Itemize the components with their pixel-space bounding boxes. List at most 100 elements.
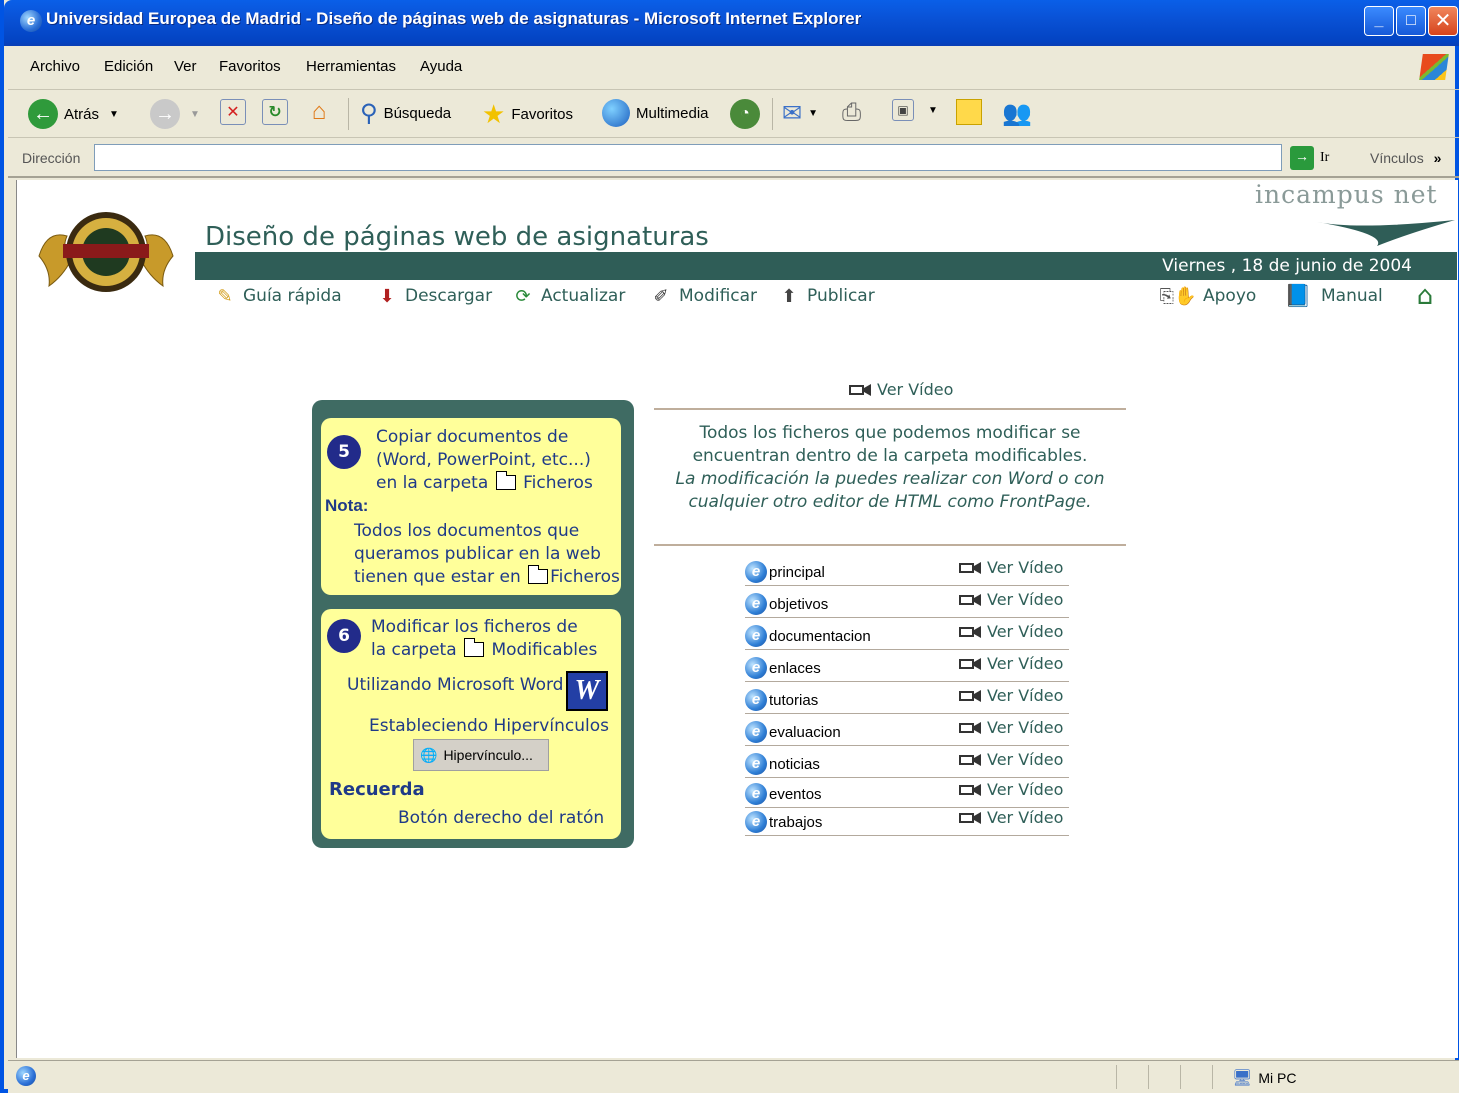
- edit-button[interactable]: ▣ ▼: [892, 99, 938, 121]
- favorites-label: Favoritos: [511, 106, 573, 123]
- toolbar: ← Atrás ▼ → ▼ ✕ ↻ ⌂ ⚲ Búsqueda ★ Favorit…: [8, 90, 1459, 138]
- menu-ver[interactable]: Ver: [174, 58, 197, 75]
- file-video-link[interactable]: Ver Vídeo: [959, 718, 1063, 737]
- close-button[interactable]: ✕: [1428, 6, 1458, 36]
- ie-file-icon: e: [745, 593, 767, 615]
- file-video-link[interactable]: Ver Vídeo: [959, 686, 1063, 705]
- ie-file-icon: e: [745, 689, 767, 711]
- search-button[interactable]: ⚲ Búsqueda: [360, 99, 451, 128]
- media-button[interactable]: Multimedia: [602, 99, 709, 127]
- video-camera-icon: [959, 783, 981, 796]
- file-row: e documentacion Ver Vídeo: [745, 620, 1069, 650]
- file-video-link[interactable]: Ver Vídeo: [959, 750, 1063, 769]
- file-video-link[interactable]: Ver Vídeo: [959, 654, 1063, 673]
- file-link[interactable]: e evaluacion: [745, 721, 841, 743]
- back-button[interactable]: ← Atrás ▼: [28, 99, 119, 129]
- maximize-button[interactable]: □: [1396, 6, 1426, 36]
- video-link[interactable]: Ver Vídeo: [849, 380, 953, 399]
- chevron-down-icon[interactable]: ▼: [808, 108, 818, 119]
- file-link[interactable]: e objetivos: [745, 593, 828, 615]
- file-link[interactable]: e tutorias: [745, 689, 818, 711]
- file-row: e objetivos Ver Vídeo: [745, 588, 1069, 618]
- messenger-icon: 👥: [1002, 100, 1032, 127]
- menu-herramientas[interactable]: Herramientas: [306, 58, 396, 75]
- title-bar[interactable]: e Universidad Europea de Madrid - Diseño…: [4, 0, 1459, 46]
- file-name: enlaces: [769, 659, 821, 677]
- file-link[interactable]: e principal: [745, 561, 825, 583]
- note-text-line: queramos publicar en la web: [354, 544, 601, 564]
- menu-edicion[interactable]: Edición: [104, 58, 153, 75]
- hyperlink-button[interactable]: 🌐 Hipervínculo...: [413, 739, 549, 771]
- word-text: Utilizando Microsoft Word: [347, 675, 564, 695]
- messenger-button[interactable]: 👥: [1002, 99, 1032, 128]
- video-link-label: Ver Vídeo: [987, 622, 1064, 641]
- menu-favoritos[interactable]: Favoritos: [219, 58, 281, 75]
- nav-manual[interactable]: 📘 Manual: [1281, 284, 1382, 309]
- home-link[interactable]: ⌂: [1413, 281, 1443, 311]
- discuss-button[interactable]: [956, 99, 982, 125]
- file-video-link[interactable]: Ver Vídeo: [959, 622, 1063, 641]
- nav-guia-rapida[interactable]: ✎ Guía rápida: [213, 284, 341, 308]
- video-camera-icon: [959, 625, 981, 638]
- status-separator: [1116, 1065, 1117, 1089]
- menu-archivo[interactable]: Archivo: [30, 58, 80, 75]
- links-button[interactable]: Vínculos »: [1370, 150, 1441, 166]
- zone-label: Mi PC: [1258, 1070, 1297, 1086]
- mail-button[interactable]: ✉ ▼: [782, 99, 818, 128]
- nav-modificar[interactable]: ✐ Modificar: [649, 284, 757, 308]
- stop-button[interactable]: ✕: [220, 99, 246, 125]
- file-video-link[interactable]: Ver Vídeo: [959, 590, 1063, 609]
- file-name: trabajos: [769, 813, 823, 831]
- file-link[interactable]: e trabajos: [745, 811, 822, 833]
- university-crest-logo: [38, 212, 174, 292]
- chevron-down-icon[interactable]: ▼: [190, 109, 200, 120]
- file-row: e noticias Ver Vídeo: [745, 748, 1069, 778]
- ie-file-icon: e: [745, 753, 767, 775]
- refresh-icon: ⟳: [515, 285, 531, 307]
- nav-publicar[interactable]: ⬆ Publicar: [777, 284, 874, 308]
- word-icon[interactable]: W: [566, 671, 608, 711]
- file-link[interactable]: e documentacion: [745, 625, 871, 647]
- print-button[interactable]: ⎙: [842, 99, 861, 127]
- file-link[interactable]: e enlaces: [745, 657, 821, 679]
- publish-icon: ⬆: [781, 285, 797, 307]
- step-text-line: (Word, PowerPoint, etc...): [376, 450, 591, 470]
- nav-actualizar[interactable]: ⟳ Actualizar: [511, 284, 625, 308]
- divider: [654, 544, 1126, 546]
- video-camera-icon: [959, 561, 981, 574]
- step-text-line: Copiar documentos de: [376, 427, 569, 447]
- file-link[interactable]: e eventos: [745, 783, 822, 805]
- step-number: 6: [327, 619, 361, 653]
- description-text: Todos los ficheros que podemos modificar…: [692, 423, 1088, 466]
- refresh-button[interactable]: ↻: [262, 99, 288, 125]
- chevron-down-icon[interactable]: ▼: [109, 109, 119, 120]
- home-button[interactable]: ⌂: [306, 98, 332, 125]
- step-text: en la carpeta: [376, 473, 489, 493]
- history-button[interactable]: ◔: [730, 99, 760, 129]
- chevron-down-icon[interactable]: ▼: [928, 105, 938, 116]
- menu-ayuda[interactable]: Ayuda: [420, 58, 462, 75]
- go-button[interactable]: → Ir: [1290, 146, 1329, 170]
- windows-logo-icon: [1419, 54, 1449, 80]
- video-link-label: Ver Vídeo: [877, 380, 954, 399]
- home-icon: ⌂: [1416, 281, 1434, 311]
- favorites-button[interactable]: ★ Favoritos: [482, 99, 573, 130]
- video-camera-icon: [849, 383, 871, 396]
- forward-button[interactable]: → ▼: [150, 99, 200, 129]
- minimize-button[interactable]: _: [1364, 6, 1394, 36]
- file-link[interactable]: e noticias: [745, 753, 820, 775]
- folder-icon: [528, 565, 549, 584]
- file-name: noticias: [769, 755, 820, 773]
- nav-descargar[interactable]: ⬇ Descargar: [375, 284, 492, 308]
- file-name: objetivos: [769, 595, 829, 613]
- file-video-link[interactable]: Ver Vídeo: [959, 780, 1063, 799]
- folder-icon: [495, 471, 516, 490]
- description: Todos los ficheros que podemos modificar…: [654, 422, 1126, 514]
- file-video-link[interactable]: Ver Vídeo: [959, 808, 1063, 827]
- back-arrow-icon: ←: [28, 99, 58, 129]
- file-video-link[interactable]: Ver Vídeo: [959, 558, 1063, 577]
- security-zone: 🖥 Mi PC: [1232, 1068, 1296, 1088]
- file-row: e eventos Ver Vídeo: [745, 778, 1069, 808]
- nav-apoyo[interactable]: ⎘✋ Apoyo: [1159, 284, 1257, 308]
- address-input[interactable]: [94, 144, 1282, 171]
